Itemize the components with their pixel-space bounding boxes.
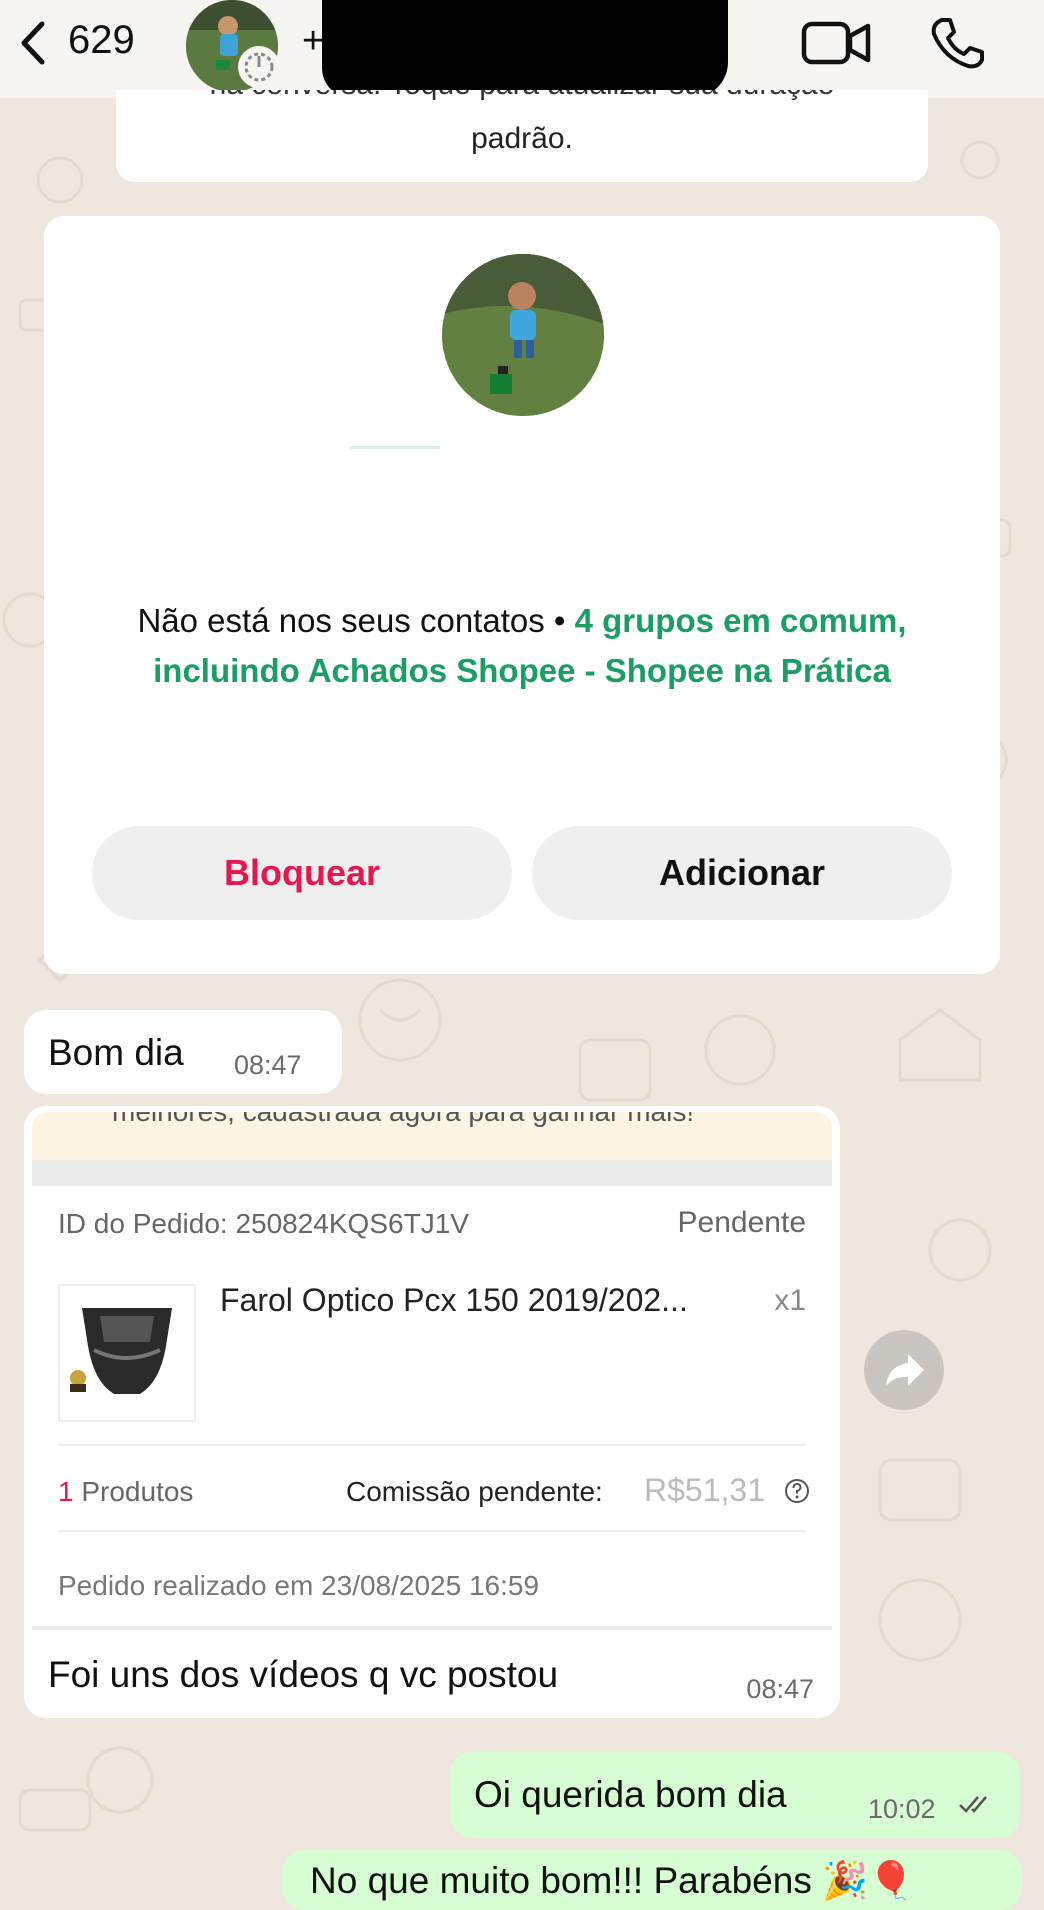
- voice-call-icon[interactable]: [928, 14, 986, 72]
- order-divider: [58, 1530, 806, 1532]
- message-caption: Foi uns dos vídeos q vc postou: [48, 1654, 559, 1695]
- order-banner: melhores, cadastrada agora para ganhar m…: [32, 1112, 832, 1160]
- order-date: Pedido realizado em 23/08/2025 16:59: [58, 1570, 540, 1601]
- image-bottom-edge: [32, 1626, 832, 1630]
- name-placeholder-line: [350, 446, 440, 449]
- order-status: Pendente: [677, 1206, 806, 1239]
- redacted-contact-name: [322, 0, 728, 98]
- order-divider: [58, 1444, 806, 1446]
- products-count: 1 Produtos: [58, 1476, 193, 1508]
- disappearing-timer-icon: [238, 46, 280, 88]
- contact-phone-prefix[interactable]: +: [302, 20, 324, 63]
- commission-value: R$51,31: [644, 1472, 765, 1508]
- block-button[interactable]: Bloquear: [92, 826, 512, 920]
- forward-button[interactable]: [864, 1330, 944, 1410]
- notice-text-line2: padrão.: [471, 122, 573, 155]
- disappearing-messages-notice[interactable]: na conversa. Toque para atualizar sua du…: [116, 90, 928, 182]
- message-time: 10:02: [868, 1794, 936, 1824]
- back-icon[interactable]: [14, 18, 54, 68]
- not-in-contacts-text: Não está nos seus contatos •: [137, 602, 575, 639]
- incoming-order-image-message[interactable]: melhores, cadastrada agora para ganhar m…: [24, 1106, 840, 1718]
- order-id: ID do Pedido: 250824KQS6TJ1V: [58, 1208, 469, 1239]
- message-text: Bom dia: [48, 1032, 184, 1073]
- contact-info-text: Não está nos seus contatos • 4 grupos em…: [84, 596, 960, 696]
- product-quantity: x1: [774, 1284, 806, 1317]
- message-text: No que muito bom!!! Parabéns 🎉🎈: [310, 1860, 915, 1901]
- product-name: Farol Optico Pcx 150 2019/202...: [220, 1282, 688, 1318]
- incoming-message[interactable]: Bom dia 08:47: [24, 1010, 342, 1094]
- products-count-number: 1: [58, 1476, 74, 1507]
- contact-profile-photo[interactable]: [442, 254, 604, 416]
- product-image: [58, 1284, 196, 1422]
- forward-icon: [886, 1354, 924, 1386]
- notice-text-line1: na conversa. Toque para atualizar sua du…: [116, 90, 928, 102]
- banner-text: melhores, cadastrada agora para ganhar m…: [112, 1112, 694, 1128]
- unread-count[interactable]: 629: [68, 18, 135, 63]
- message-text: Oi querida bom dia: [474, 1774, 787, 1815]
- commission-label: Comissão pendente:: [346, 1476, 603, 1507]
- products-count-label: Produtos: [73, 1476, 194, 1507]
- chat-header: 629 +: [0, 0, 1044, 98]
- help-icon: [785, 1479, 809, 1503]
- message-time: 08:47: [746, 1674, 814, 1704]
- outgoing-message[interactable]: Oi querida bom dia 10:02: [450, 1752, 1020, 1838]
- message-time: 08:47: [234, 1050, 302, 1080]
- add-contact-button[interactable]: Adicionar: [532, 826, 952, 920]
- read-receipt-icon: [959, 1796, 987, 1813]
- banner-separator: [32, 1160, 832, 1186]
- video-call-icon[interactable]: [800, 16, 874, 70]
- outgoing-message[interactable]: No que muito bom!!! Parabéns 🎉🎈: [282, 1850, 1022, 1910]
- unknown-contact-card: Não está nos seus contatos • 4 grupos em…: [44, 216, 1000, 974]
